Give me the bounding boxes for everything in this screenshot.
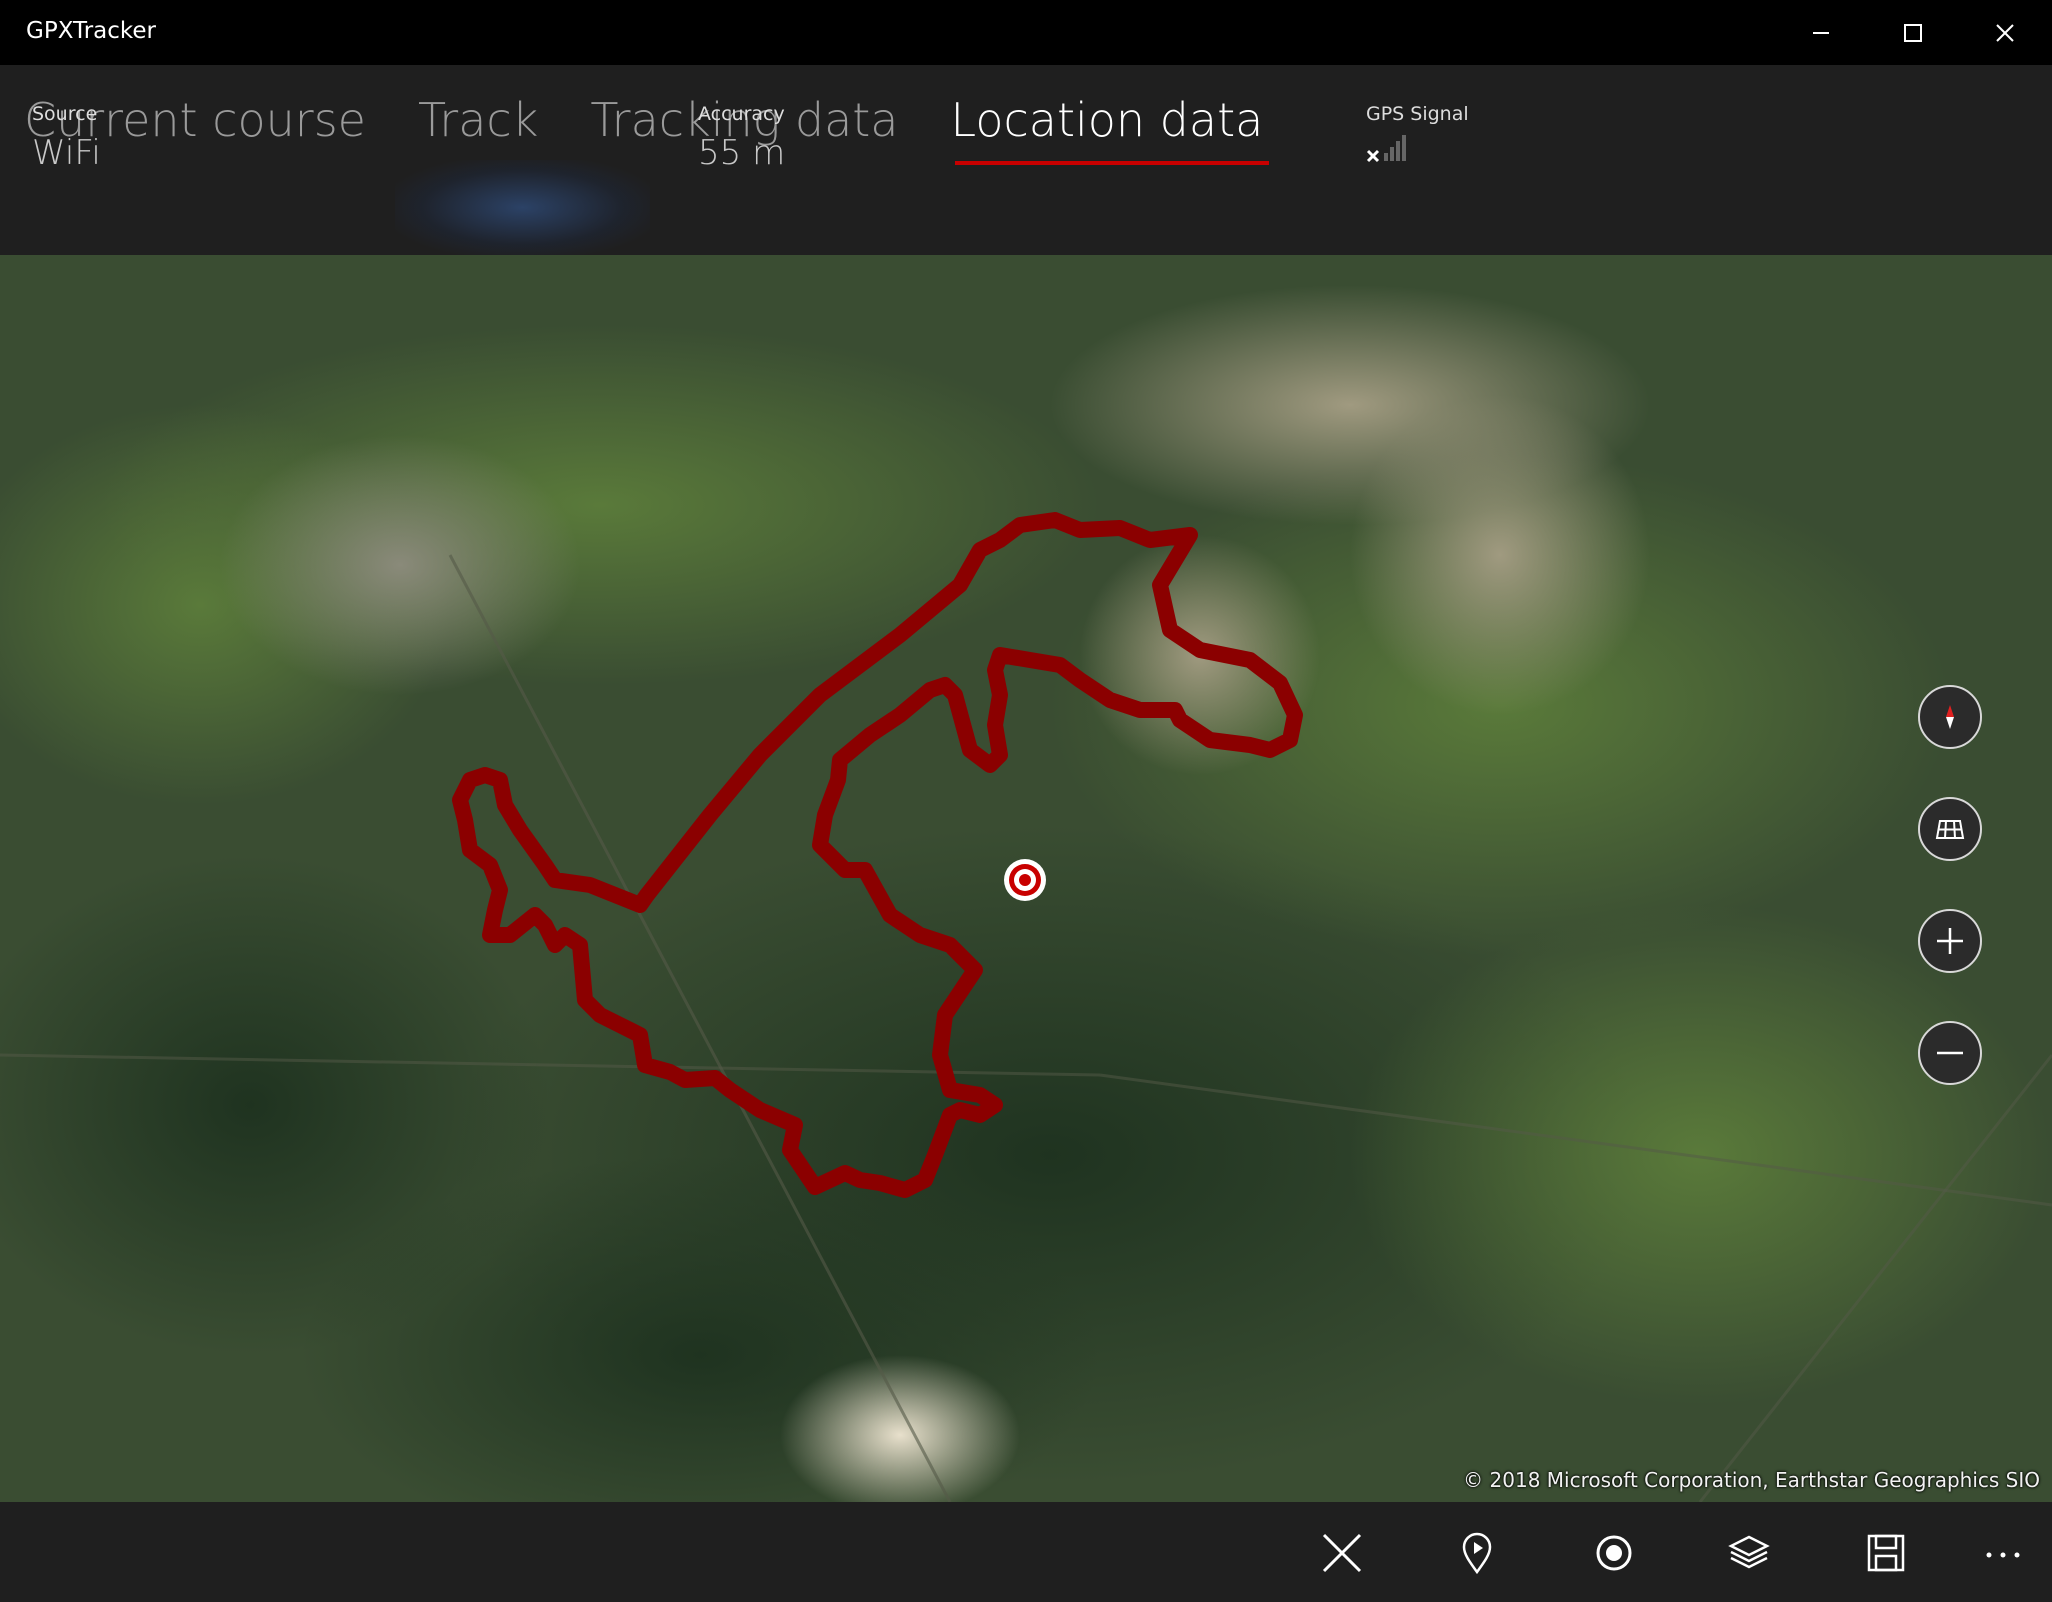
zoom-in-button[interactable]	[1918, 909, 1982, 973]
current-location-marker	[1004, 859, 1046, 901]
record-button[interactable]	[1588, 1527, 1640, 1579]
compass-button[interactable]	[1918, 685, 1982, 749]
map-copyright: © 2018 Microsoft Corporation, Earthstar …	[1463, 1468, 2040, 1492]
maximize-icon	[1904, 23, 1922, 42]
tab-bar: Current course Track Tracking data Locat…	[24, 85, 1270, 165]
zoom-in-icon	[1937, 928, 1963, 954]
gps-signal-info: GPS Signal	[1366, 103, 1469, 169]
accuracy-label: Accuracy	[698, 103, 785, 125]
command-bar	[0, 1502, 2052, 1602]
layers-button[interactable]	[1723, 1527, 1775, 1579]
tab-track[interactable]: Track	[418, 85, 538, 155]
map-style-button[interactable]	[1918, 797, 1982, 861]
save-button[interactable]	[1860, 1527, 1912, 1579]
zoom-out-icon	[1937, 1051, 1963, 1055]
title-bar: GPXTracker	[0, 0, 2052, 65]
accuracy-value: 55 m	[698, 133, 786, 173]
blurred-region	[395, 160, 650, 255]
minimize-button[interactable]	[1775, 0, 1867, 65]
close-window-button[interactable]	[1959, 0, 2051, 65]
close-icon	[1996, 23, 2014, 42]
tab-location-data[interactable]: Location data	[951, 85, 1270, 165]
map-style-icon	[1935, 820, 1965, 839]
map-view[interactable]: © 2018 Microsoft Corporation, Earthstar …	[0, 255, 2052, 1502]
maximize-button[interactable]	[1867, 0, 1959, 65]
app-title: GPXTracker	[26, 18, 157, 44]
source-label: Source	[32, 103, 98, 125]
more-button[interactable]	[1977, 1527, 2029, 1579]
more-icon	[1986, 1552, 2020, 1558]
signal-no-gps-icon	[1366, 135, 1406, 163]
gps-signal-indicator	[1366, 135, 1469, 169]
compass-icon	[1946, 705, 1954, 729]
location-pin-button[interactable]	[1451, 1527, 1503, 1579]
accuracy-info: Accuracy 55 m	[698, 103, 785, 173]
discard-button[interactable]	[1316, 1527, 1368, 1579]
gps-signal-label: GPS Signal	[1366, 103, 1469, 125]
save-icon	[1867, 1534, 1905, 1572]
header: Current course Track Tracking data Locat…	[0, 65, 2052, 255]
source-info: Source WiFi	[32, 103, 101, 173]
zoom-out-button[interactable]	[1918, 1021, 1982, 1085]
record-icon	[1596, 1535, 1632, 1571]
satellite-imagery	[0, 255, 2052, 1502]
source-value: WiFi	[32, 133, 101, 173]
minimize-icon	[1813, 31, 1829, 34]
layers-icon	[1728, 1535, 1770, 1569]
close-icon	[1322, 1533, 1362, 1573]
location-pin-icon	[1462, 1532, 1492, 1575]
